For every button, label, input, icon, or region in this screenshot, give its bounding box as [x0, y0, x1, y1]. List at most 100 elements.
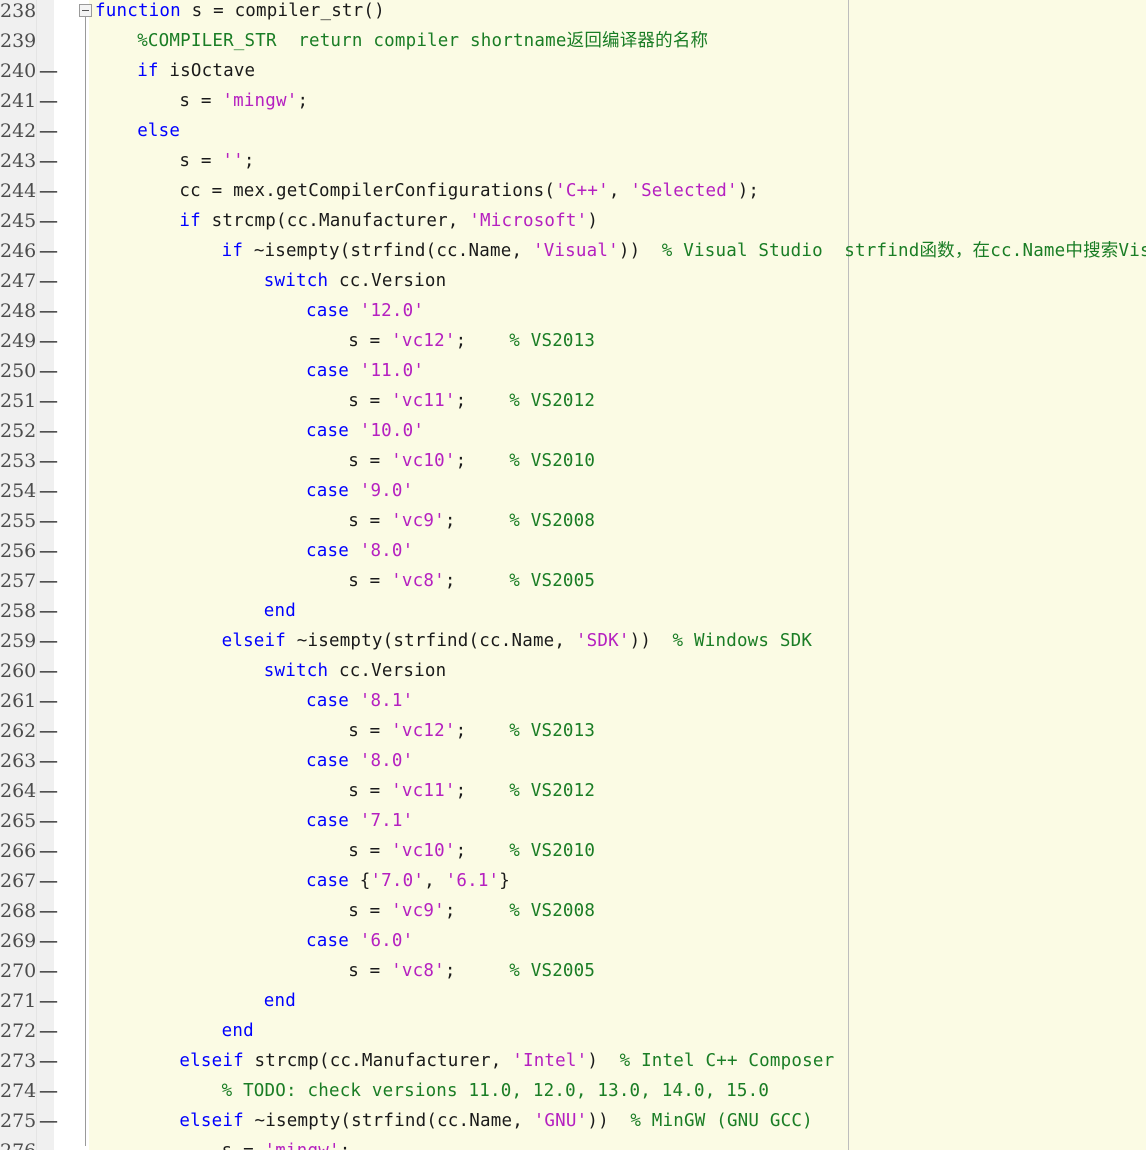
code-line[interactable]: 241— s = 'mingw'; — [0, 86, 1146, 116]
code-text[interactable]: case '6.0' — [89, 926, 1146, 956]
code-text[interactable]: case '8.0' — [89, 746, 1146, 776]
code-line[interactable]: 254— case '9.0' — [0, 476, 1146, 506]
code-text[interactable]: s = 'vc9'; % VS2008 — [89, 896, 1146, 926]
executable-line-dash-icon[interactable]: — — [39, 146, 58, 176]
code-line[interactable]: 262— s = 'vc12'; % VS2013 — [0, 716, 1146, 746]
code-text[interactable]: case '11.0' — [89, 356, 1146, 386]
code-text[interactable]: if strcmp(cc.Manufacturer, 'Microsoft') — [89, 206, 1146, 236]
code-line[interactable]: 259— elseif ~isempty(strfind(cc.Name, 'SD… — [0, 626, 1146, 656]
executable-line-dash-icon[interactable]: — — [39, 686, 58, 716]
code-line[interactable]: 250— case '11.0' — [0, 356, 1146, 386]
code-line[interactable]: 246— if ~isempty(strfind(cc.Name, 'Visual… — [0, 236, 1146, 266]
code-text[interactable]: case '8.0' — [89, 536, 1146, 566]
code-line[interactable]: 273— elseif strcmp(cc.Manufacturer, 'Inte… — [0, 1046, 1146, 1076]
executable-line-dash-icon[interactable]: — — [39, 926, 58, 956]
executable-line-dash-icon[interactable]: — — [39, 716, 58, 746]
code-text[interactable]: function s = compiler_str() — [89, 0, 1146, 26]
executable-line-dash-icon[interactable]: — — [39, 356, 58, 386]
code-line[interactable]: 264— s = 'vc11'; % VS2012 — [0, 776, 1146, 806]
code-line[interactable]: 276 s = 'mingw'; — [0, 1136, 1146, 1150]
executable-line-dash-icon[interactable]: — — [39, 1106, 58, 1136]
code-text[interactable]: s = 'vc12'; % VS2013 — [89, 326, 1146, 356]
executable-line-dash-icon[interactable]: — — [39, 896, 58, 926]
executable-line-dash-icon[interactable]: — — [39, 866, 58, 896]
code-line[interactable]: 244— cc = mex.getCompilerConfigurations('… — [0, 176, 1146, 206]
code-line[interactable]: 253— s = 'vc10'; % VS2010 — [0, 446, 1146, 476]
code-text[interactable]: elseif ~isempty(strfind(cc.Name, 'GNU'))… — [89, 1106, 1146, 1136]
code-text[interactable]: s = 'vc10'; % VS2010 — [89, 836, 1146, 866]
executable-line-dash-icon[interactable]: — — [39, 1016, 58, 1046]
code-text[interactable]: end — [89, 986, 1146, 1016]
code-text[interactable]: elseif strcmp(cc.Manufacturer, 'Intel') … — [89, 1046, 1146, 1076]
code-line[interactable]: 258— end — [0, 596, 1146, 626]
code-text[interactable]: case '9.0' — [89, 476, 1146, 506]
code-text[interactable]: s = 'mingw'; — [89, 1136, 1146, 1150]
code-line[interactable]: 243— s = ''; — [0, 146, 1146, 176]
code-line[interactable]: 247— switch cc.Version — [0, 266, 1146, 296]
code-line[interactable]: 272— end — [0, 1016, 1146, 1046]
executable-line-dash-icon[interactable]: — — [39, 206, 58, 236]
code-line[interactable]: 240— if isOctave — [0, 56, 1146, 86]
code-text[interactable]: switch cc.Version — [89, 266, 1146, 296]
executable-line-dash-icon[interactable]: — — [39, 1076, 58, 1106]
executable-line-dash-icon[interactable]: — — [39, 596, 58, 626]
code-text[interactable]: case '12.0' — [89, 296, 1146, 326]
executable-line-dash-icon[interactable]: — — [39, 386, 58, 416]
code-text[interactable]: s = 'vc8'; % VS2005 — [89, 956, 1146, 986]
matlab-code-editor[interactable]: 238 function s = compiler_str() 239 %COMPIL… — [0, 0, 1146, 1150]
code-line[interactable]: 252— case '10.0' — [0, 416, 1146, 446]
code-text[interactable]: cc = mex.getCompilerConfigurations('C++'… — [89, 176, 1146, 206]
executable-line-dash-icon[interactable]: — — [39, 806, 58, 836]
code-line[interactable]: 265— case '7.1' — [0, 806, 1146, 836]
code-text[interactable]: switch cc.Version — [89, 656, 1146, 686]
executable-line-dash-icon[interactable]: — — [39, 506, 58, 536]
code-line[interactable]: 261— case '8.1' — [0, 686, 1146, 716]
code-text[interactable]: s = 'vc8'; % VS2005 — [89, 566, 1146, 596]
code-line[interactable]: 248— case '12.0' — [0, 296, 1146, 326]
executable-line-dash-icon[interactable]: — — [39, 986, 58, 1016]
code-text[interactable]: s = 'mingw'; — [89, 86, 1146, 116]
code-text[interactable]: elseif ~isempty(strfind(cc.Name, 'SDK'))… — [89, 626, 1146, 656]
code-text[interactable]: % TODO: check versions 11.0, 12.0, 13.0,… — [89, 1076, 1146, 1106]
code-text[interactable]: if isOctave — [89, 56, 1146, 86]
executable-line-dash-icon[interactable]: — — [39, 56, 58, 86]
executable-line-dash-icon[interactable]: — — [39, 1046, 58, 1076]
executable-line-dash-icon[interactable]: — — [39, 956, 58, 986]
executable-line-dash-icon[interactable]: — — [39, 296, 58, 326]
executable-line-dash-icon[interactable]: — — [39, 476, 58, 506]
code-text[interactable]: %COMPILER_STR return compiler shortname返… — [89, 26, 1146, 56]
executable-line-dash-icon[interactable]: — — [39, 536, 58, 566]
code-line[interactable]: 242— else — [0, 116, 1146, 146]
executable-line-dash-icon[interactable]: — — [39, 626, 58, 656]
executable-line-dash-icon[interactable]: — — [39, 836, 58, 866]
code-text[interactable]: s = 'vc11'; % VS2012 — [89, 776, 1146, 806]
code-text[interactable]: s = 'vc10'; % VS2010 — [89, 446, 1146, 476]
code-line[interactable]: 270— s = 'vc8'; % VS2005 — [0, 956, 1146, 986]
code-line[interactable]: 251— s = 'vc11'; % VS2012 — [0, 386, 1146, 416]
code-text[interactable]: s = 'vc9'; % VS2008 — [89, 506, 1146, 536]
executable-line-dash-icon[interactable]: — — [39, 236, 58, 266]
executable-line-dash-icon[interactable]: — — [39, 656, 58, 686]
executable-line-dash-icon[interactable]: — — [39, 746, 58, 776]
code-line[interactable]: 268— s = 'vc9'; % VS2008 — [0, 896, 1146, 926]
code-line[interactable]: 245— if strcmp(cc.Manufacturer, 'Microsof… — [0, 206, 1146, 236]
code-text[interactable]: end — [89, 596, 1146, 626]
code-line[interactable]: 271— end — [0, 986, 1146, 1016]
code-text[interactable]: else — [89, 116, 1146, 146]
code-line[interactable]: 255— s = 'vc9'; % VS2008 — [0, 506, 1146, 536]
code-line[interactable]: 249— s = 'vc12'; % VS2013 — [0, 326, 1146, 356]
code-line[interactable]: 257— s = 'vc8'; % VS2005 — [0, 566, 1146, 596]
code-line[interactable]: 267— case {'7.0', '6.1'} — [0, 866, 1146, 896]
code-line[interactable]: 269— case '6.0' — [0, 926, 1146, 956]
code-line[interactable]: 266— s = 'vc10'; % VS2010 — [0, 836, 1146, 866]
executable-line-dash-icon[interactable]: — — [39, 776, 58, 806]
code-line[interactable]: 238 function s = compiler_str() — [0, 0, 1146, 1146]
code-line[interactable]: 263— case '8.0' — [0, 746, 1146, 776]
code-text[interactable]: case '7.1' — [89, 806, 1146, 836]
executable-line-dash-icon[interactable]: — — [39, 266, 58, 296]
executable-line-dash-icon[interactable]: — — [39, 416, 58, 446]
executable-line-dash-icon[interactable]: — — [39, 176, 58, 206]
code-line[interactable]: 260— switch cc.Version — [0, 656, 1146, 686]
code-text[interactable]: end — [89, 1016, 1146, 1046]
code-text[interactable]: s = 'vc12'; % VS2013 — [89, 716, 1146, 746]
